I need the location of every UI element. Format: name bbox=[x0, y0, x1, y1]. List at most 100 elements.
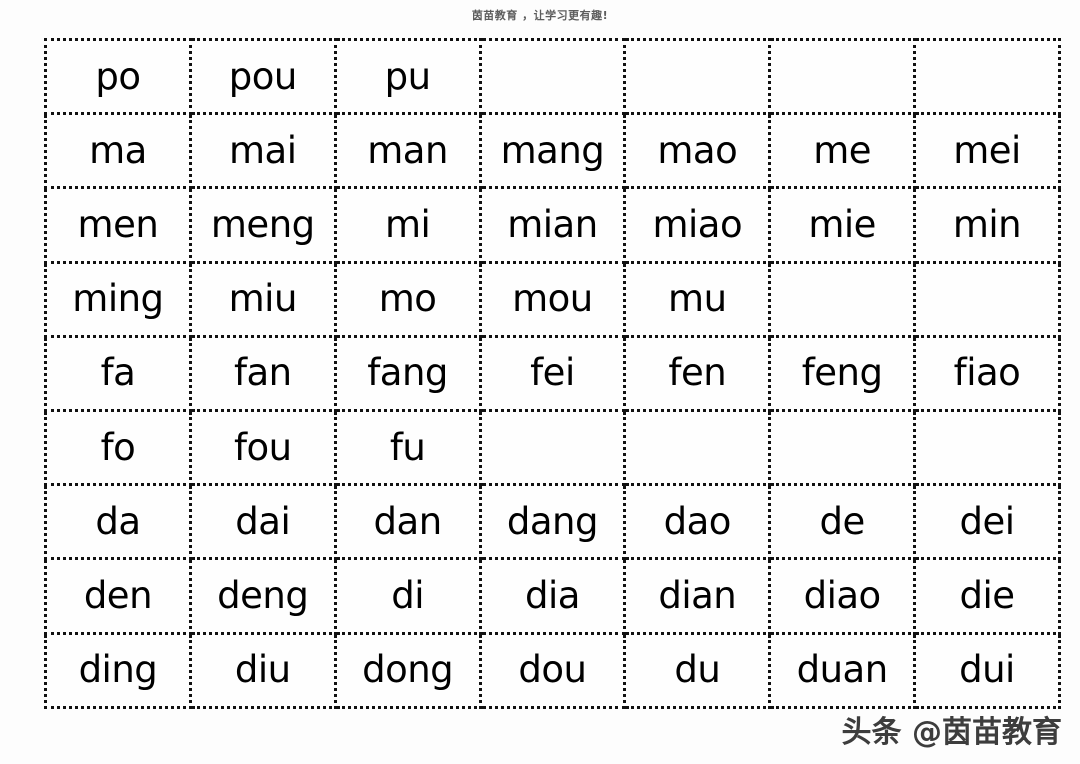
syllable-text: dou bbox=[518, 648, 587, 692]
syllable-cell: den bbox=[44, 557, 192, 635]
syllable-text: dui bbox=[959, 648, 1015, 692]
syllable-cell: duan bbox=[768, 631, 917, 709]
table-row: ming miu mo mou mu bbox=[44, 260, 1061, 338]
syllable-cell: meng bbox=[188, 186, 337, 264]
syllable-cell: diao bbox=[768, 557, 917, 635]
table-row: ma mai man mang mao me mei bbox=[44, 112, 1061, 190]
syllable-table-container: po pou pu ma mai man mang mao me mei men meng mi mian… bbox=[44, 37, 1061, 709]
syllable-cell: fou bbox=[188, 408, 337, 487]
syllable-cell: mie bbox=[768, 186, 917, 264]
table-row: fo fou fu bbox=[44, 408, 1061, 487]
header-slogan: 茵苗教育 ，让学习更有趣! bbox=[471, 8, 609, 22]
syllable-text: duan bbox=[796, 648, 889, 692]
syllable-text: da bbox=[95, 499, 141, 543]
table-row: den deng di dia dian diao die bbox=[44, 557, 1061, 635]
syllable-text bbox=[626, 428, 768, 468]
syllable-cell: miu bbox=[188, 260, 337, 338]
syllable-text: fa bbox=[100, 351, 136, 395]
syllable-cell: fu bbox=[333, 408, 482, 487]
syllable-text: mai bbox=[229, 128, 297, 172]
syllable-text: miu bbox=[228, 277, 298, 321]
syllable-table-body: po pou pu ma mai man mang mao me mei men meng mi mian… bbox=[44, 37, 1061, 709]
page-header: 茵苗教育 ，让学习更有趣! bbox=[0, 0, 1080, 30]
syllable-text: mian bbox=[507, 202, 598, 246]
syllable-text: du bbox=[674, 648, 721, 692]
syllable-text: dai bbox=[235, 499, 291, 543]
syllable-text bbox=[482, 428, 624, 468]
syllable-text: po bbox=[95, 54, 141, 98]
syllable-cell: dan bbox=[333, 483, 482, 561]
syllable-text: fang bbox=[367, 351, 448, 395]
syllable-cell-empty bbox=[478, 408, 627, 487]
syllable-cell-empty bbox=[768, 408, 917, 487]
syllable-cell: fan bbox=[188, 334, 337, 412]
syllable-text: ma bbox=[89, 128, 147, 172]
syllable-text: mo bbox=[378, 277, 437, 321]
syllable-text bbox=[771, 279, 913, 319]
syllable-text: deng bbox=[217, 573, 309, 617]
syllable-text: fan bbox=[233, 351, 292, 395]
syllable-cell: mai bbox=[188, 112, 337, 190]
syllable-text: fou bbox=[233, 425, 292, 469]
syllable-text: ming bbox=[72, 277, 164, 321]
syllable-cell: mo bbox=[333, 260, 482, 338]
pinyin-syllable-table: po pou pu ma mai man mang mao me mei men meng mi mian… bbox=[44, 37, 1061, 709]
syllable-cell-empty bbox=[768, 260, 917, 338]
syllable-text: fiao bbox=[953, 351, 1021, 395]
syllable-cell: fei bbox=[478, 334, 627, 412]
syllable-text: man bbox=[367, 128, 448, 172]
syllable-cell: fo bbox=[44, 408, 192, 487]
syllable-text: pu bbox=[384, 54, 431, 98]
syllable-text: me bbox=[813, 128, 872, 172]
syllable-text: den bbox=[83, 573, 153, 617]
watermark-text: 头条 @茵苗教育 bbox=[841, 715, 1062, 750]
syllable-cell: po bbox=[44, 37, 192, 116]
syllable-text: mang bbox=[500, 128, 605, 172]
syllable-text: dan bbox=[373, 499, 443, 543]
syllable-cell: dong bbox=[333, 631, 482, 709]
syllable-cell: mei bbox=[913, 112, 1061, 190]
syllable-cell: dei bbox=[913, 483, 1061, 561]
syllable-cell-empty bbox=[913, 37, 1061, 116]
syllable-cell: mian bbox=[478, 186, 627, 264]
syllable-cell: mou bbox=[478, 260, 627, 338]
syllable-cell: man bbox=[333, 112, 482, 190]
syllable-text bbox=[771, 57, 913, 97]
syllable-cell: fa bbox=[44, 334, 192, 412]
syllable-text: dong bbox=[362, 648, 454, 692]
syllable-cell: diu bbox=[188, 631, 337, 709]
syllable-text: men bbox=[77, 202, 159, 246]
syllable-cell: ding bbox=[44, 631, 192, 709]
syllable-cell: feng bbox=[768, 334, 917, 412]
syllable-cell: mi bbox=[333, 186, 482, 264]
watermark: 头条 @茵苗教育 bbox=[842, 716, 1062, 750]
syllable-text: feng bbox=[801, 351, 883, 395]
syllable-cell: ma bbox=[44, 112, 192, 190]
syllable-text: meng bbox=[210, 202, 315, 246]
syllable-text: fen bbox=[668, 351, 727, 395]
syllable-cell: dai bbox=[188, 483, 337, 561]
syllable-cell: men bbox=[44, 186, 192, 264]
syllable-cell: ming bbox=[44, 260, 192, 338]
syllable-text: fo bbox=[100, 425, 136, 469]
syllable-cell: di bbox=[333, 557, 482, 635]
syllable-text bbox=[771, 428, 913, 468]
syllable-text: pou bbox=[228, 54, 298, 98]
table-row: da dai dan dang dao de dei bbox=[44, 483, 1061, 561]
syllable-text: mao bbox=[657, 128, 738, 172]
syllable-text: mu bbox=[668, 277, 727, 321]
syllable-text: fu bbox=[389, 425, 426, 469]
syllable-cell-empty bbox=[623, 37, 772, 116]
syllable-text: diao bbox=[803, 573, 882, 617]
syllable-text: de bbox=[819, 499, 866, 543]
syllable-cell: mu bbox=[623, 260, 772, 338]
syllable-cell: dui bbox=[913, 631, 1061, 709]
syllable-cell: deng bbox=[188, 557, 337, 635]
syllable-cell: mao bbox=[623, 112, 772, 190]
table-row: fa fan fang fei fen feng fiao bbox=[44, 334, 1061, 412]
table-row: men meng mi mian miao mie min bbox=[44, 186, 1061, 264]
syllable-text: dao bbox=[663, 499, 732, 543]
table-row: ding diu dong dou du duan dui bbox=[44, 631, 1061, 709]
syllable-cell: dou bbox=[478, 631, 627, 709]
syllable-text: ding bbox=[78, 648, 158, 692]
